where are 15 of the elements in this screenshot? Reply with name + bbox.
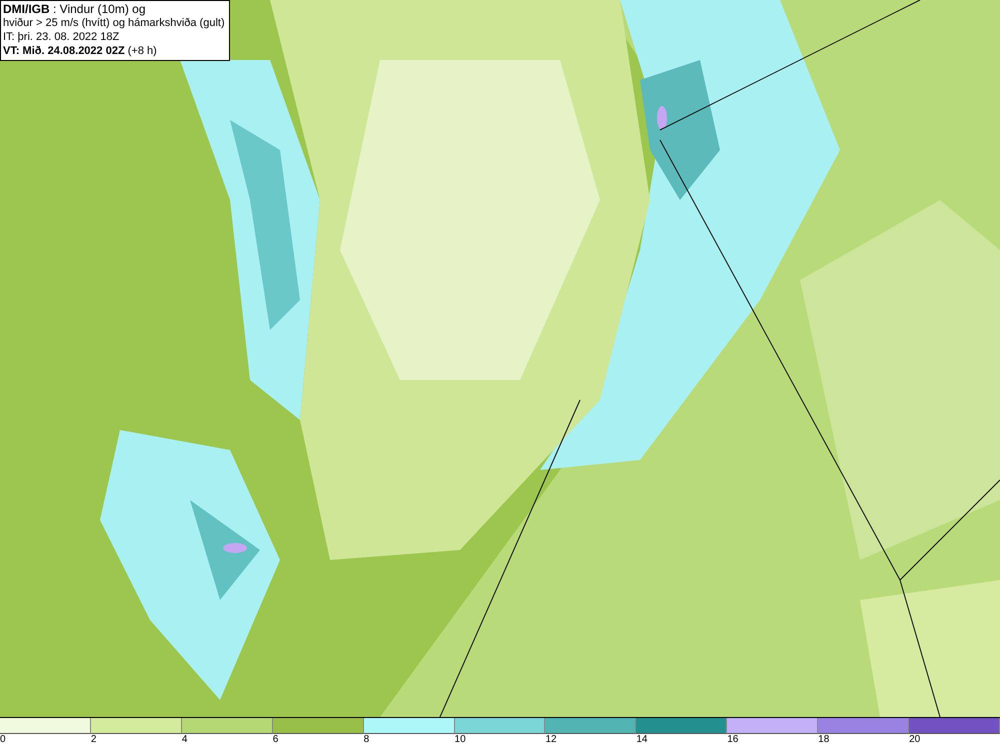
header-line: IT: þri. 23. 08. 2022 18Z [3, 30, 120, 44]
legend-label: 12 [545, 734, 557, 746]
header-line: hviður > 25 m/s (hvítt) og hámarkshviða (gult) [3, 16, 225, 30]
legend-label: 8 [364, 734, 370, 746]
legend-label: 16 [727, 734, 738, 746]
legend-label: 18 [818, 734, 830, 746]
legend-label: 20 [909, 734, 920, 746]
legend-label: 6 [272, 734, 278, 746]
legend-label: 14 [636, 734, 648, 746]
legend-label: 10 [454, 734, 466, 746]
legend-label: 0 [0, 734, 6, 746]
header-line: VT: Mið. 24.08.2022 02Z (+8 h) [3, 44, 158, 58]
header-line: DMI/IGB : Vindur (10m) og [3, 2, 146, 16]
legend-label: 2 [90, 734, 96, 746]
legend-label: 4 [182, 734, 188, 746]
